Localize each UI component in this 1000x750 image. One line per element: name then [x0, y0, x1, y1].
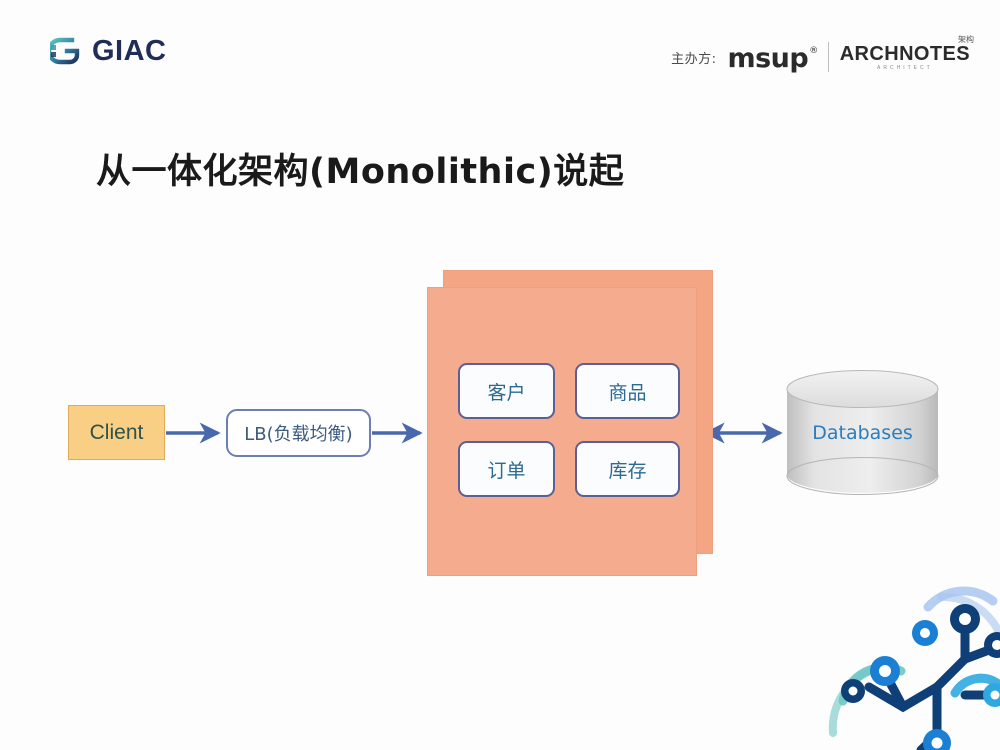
service-label: 订单 — [487, 459, 526, 482]
service-label: 客户 — [487, 381, 526, 404]
database-node[interactable]: Databases — [785, 370, 940, 495]
load-balancer-node[interactable]: LB(负载均衡) — [226, 409, 371, 457]
service-label: 商品 — [608, 381, 647, 404]
service-box-product[interactable]: 商品 — [575, 363, 680, 419]
service-box-customer[interactable]: 客户 — [458, 363, 555, 419]
service-box-order[interactable]: 订单 — [458, 441, 555, 497]
client-node[interactable]: Client — [68, 405, 165, 460]
service-box-inventory[interactable]: 库存 — [575, 441, 680, 497]
client-node-label: Client — [89, 420, 144, 444]
slide-canvas: GIAC 主办方: msup® 架构 ARCHNOTES ARCHITECT 从… — [0, 0, 1000, 750]
database-cylinder-icon — [786, 370, 939, 495]
load-balancer-label: LB(负载均衡) — [244, 424, 353, 445]
network-nodes-graphic — [828, 586, 1000, 750]
monolith-panel-front — [427, 287, 697, 576]
service-label: 库存 — [608, 459, 647, 482]
